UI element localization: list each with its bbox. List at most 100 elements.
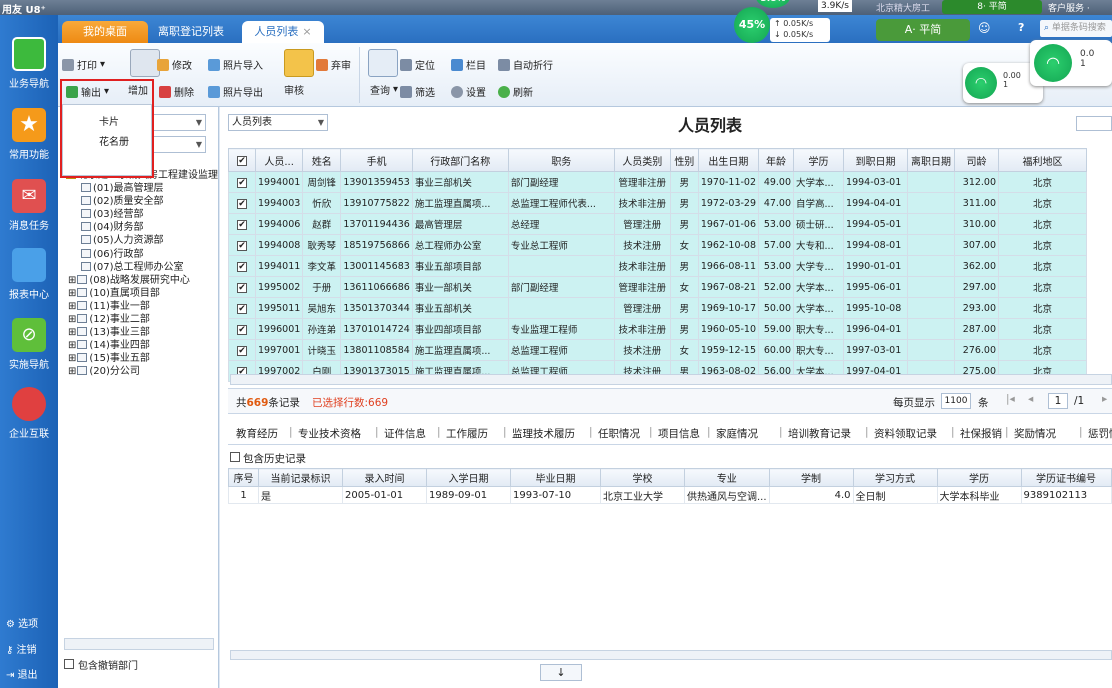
column-header[interactable]: 司龄: [954, 148, 1000, 172]
detail-tab[interactable]: 监理技术履历: [512, 426, 575, 441]
expand-icon[interactable]: ⊞: [68, 340, 76, 351]
logout-button[interactable]: ⚷ 注销: [6, 641, 37, 656]
photo-import-button[interactable]: 照片导入: [208, 57, 263, 72]
detail-tab[interactable]: 惩罚情: [1088, 426, 1112, 441]
detail-tab[interactable]: 工作履历: [446, 426, 488, 441]
abandon-button[interactable]: 弃审: [316, 57, 351, 72]
tree-node[interactable]: (06)行政部: [66, 248, 218, 261]
detail-tab[interactable]: 培训教育记录: [788, 426, 851, 441]
tree-node[interactable]: ⊞ (20)分公司: [66, 365, 218, 378]
detail-tab[interactable]: 奖励情况: [1014, 426, 1056, 441]
include-history-checkbox[interactable]: 包含历史记录: [230, 451, 306, 466]
column-header[interactable]: 人员...: [254, 148, 304, 172]
tree-node[interactable]: (01)最高管理层: [66, 182, 218, 195]
tree-node[interactable]: ⊞ (12)事业二部: [66, 313, 218, 326]
select-all-checkbox[interactable]: ✔: [237, 155, 247, 166]
nav-enterprise[interactable]: 企业互联: [0, 387, 58, 440]
column-header[interactable]: 学历: [936, 468, 1022, 487]
detail-tab[interactable]: 项目信息: [658, 426, 700, 441]
column-header[interactable]: 学校: [600, 468, 685, 487]
tab-resign-list[interactable]: 离职登记列表: [148, 21, 234, 43]
table-row[interactable]: ✔ 1996001 孙连弟 13701014724 事业四部项目部 专业监理工程师 技术非注…: [228, 318, 1088, 340]
table-row[interactable]: ✔ 1994011 李文革 13001145683 事业五部项目部 技术非注册男 1966-…: [228, 255, 1088, 277]
close-tab-icon[interactable]: ×: [302, 25, 311, 38]
row-checkbox[interactable]: ✔: [237, 261, 247, 272]
tree-node[interactable]: ⊞ (14)事业四部: [66, 339, 218, 352]
column-header[interactable]: 入学日期: [426, 468, 511, 487]
detail-tab[interactable]: 证件信息: [384, 426, 426, 441]
tree-scrollbar[interactable]: [64, 638, 214, 650]
column-header[interactable]: 出生日期: [697, 148, 760, 172]
table-row[interactable]: ✔ 1995011 吴旭东 13501370344 事业五部机关 管理注册男 1969-10…: [228, 297, 1088, 319]
column-header[interactable]: 姓名: [302, 148, 342, 172]
column-header[interactable]: 录入时间: [342, 468, 427, 487]
search-box[interactable]: ⌕ 单据条码搜索: [1040, 20, 1112, 37]
dept-filter-1[interactable]: ▼: [150, 114, 206, 131]
column-header[interactable]: ✔: [228, 148, 256, 172]
table-row[interactable]: 1 是 2005-01-01 1989-09-01 1993-07-10 北京工业大学 供热…: [228, 486, 1112, 504]
audit-button[interactable]: 审核: [284, 82, 304, 97]
tree-node[interactable]: (04)财务部: [66, 221, 218, 234]
column-header[interactable]: 行政部门名称: [411, 148, 509, 172]
tree-node[interactable]: ⊞ (08)战略发展研究中心: [66, 274, 218, 287]
columns-button[interactable]: 栏目: [451, 57, 486, 72]
column-header[interactable]: 年龄: [758, 148, 795, 172]
column-header[interactable]: 学制: [768, 468, 854, 487]
tree-node[interactable]: (07)总工程师办公室: [66, 261, 218, 274]
print-button[interactable]: 打印 ▾: [62, 57, 105, 72]
per-page-input[interactable]: 1100: [941, 393, 971, 409]
expand-icon[interactable]: ⊞: [68, 275, 76, 286]
refresh-button[interactable]: 刷新: [498, 84, 533, 99]
detail-tab[interactable]: 任职情况: [598, 426, 640, 441]
detail-tab[interactable]: 资料领取记录: [874, 426, 937, 441]
column-header[interactable]: 性别: [669, 148, 699, 172]
add-icon-large[interactable]: [130, 49, 160, 77]
grid-scrollbar[interactable]: [230, 374, 1112, 385]
table-row[interactable]: ✔ 1997001 计晓玉 13801108584 施工监理直属项... 总监理工程师 技术…: [228, 339, 1088, 361]
nav-messages[interactable]: ✉ 消息任务: [0, 179, 58, 232]
delete-button[interactable]: 删除: [159, 84, 194, 99]
row-checkbox[interactable]: ✔: [237, 177, 247, 188]
expand-icon[interactable]: ⊞: [68, 366, 76, 377]
nav-common[interactable]: ★ 常用功能: [0, 108, 58, 161]
dept-filter-2[interactable]: ▼: [150, 136, 206, 153]
column-header[interactable]: 福利地区: [998, 148, 1088, 172]
table-row[interactable]: ✔ 1995002 于册 13611066686 事业一部机关 部门副经理 管理非注册女 19…: [228, 276, 1088, 298]
nav-business[interactable]: 业务导航: [0, 37, 58, 90]
tree-node[interactable]: ⊞ (10)直属项目部: [66, 287, 218, 300]
column-header[interactable]: 序号: [228, 468, 259, 487]
tree-node[interactable]: ⊞ (11)事业一部: [66, 300, 218, 313]
column-header[interactable]: 毕业日期: [510, 468, 601, 487]
column-header[interactable]: 人员类别: [613, 148, 671, 172]
next-page-icon[interactable]: ▸: [1102, 393, 1107, 405]
include-cancelled-checkbox[interactable]: 包含撤销部门: [64, 657, 138, 672]
page-input[interactable]: 1: [1048, 393, 1068, 409]
help-icon[interactable]: ?: [1018, 21, 1024, 34]
tree-node[interactable]: ⊞ (13)事业三部: [66, 326, 218, 339]
expand-icon[interactable]: ⊞: [68, 288, 76, 299]
row-checkbox[interactable]: ✔: [237, 240, 247, 251]
tab-home[interactable]: 我的桌面: [62, 21, 148, 43]
nav-reports[interactable]: 报表中心: [0, 248, 58, 301]
tree-node[interactable]: (03)经营部: [66, 208, 218, 221]
column-header[interactable]: 学习方式: [852, 468, 938, 487]
column-header[interactable]: 学历证书编号: [1020, 468, 1112, 487]
column-header[interactable]: 到职日期: [843, 148, 909, 172]
smile-icon[interactable]: ☺: [978, 21, 991, 35]
row-checkbox[interactable]: ✔: [237, 219, 247, 230]
expand-icon[interactable]: ⊞: [68, 301, 76, 312]
row-checkbox[interactable]: ✔: [237, 303, 247, 314]
expand-icon[interactable]: ⊞: [68, 314, 76, 325]
column-header[interactable]: 手机: [340, 148, 413, 172]
filter-button[interactable]: 筛选: [400, 84, 435, 99]
expand-icon[interactable]: ⊞: [68, 353, 76, 364]
expand-down-button[interactable]: ↓: [540, 664, 582, 681]
column-header[interactable]: 当前记录标识: [258, 468, 343, 487]
tree-node[interactable]: (05)人力资源部: [66, 234, 218, 247]
nav-implementation[interactable]: ⊘ 实施导航: [0, 318, 58, 371]
settings-button[interactable]: 设置: [451, 84, 486, 99]
row-checkbox[interactable]: ✔: [237, 198, 247, 209]
column-header[interactable]: 学历: [793, 148, 845, 172]
query-icon-large[interactable]: [368, 49, 398, 77]
title-search-box[interactable]: [1076, 116, 1112, 131]
